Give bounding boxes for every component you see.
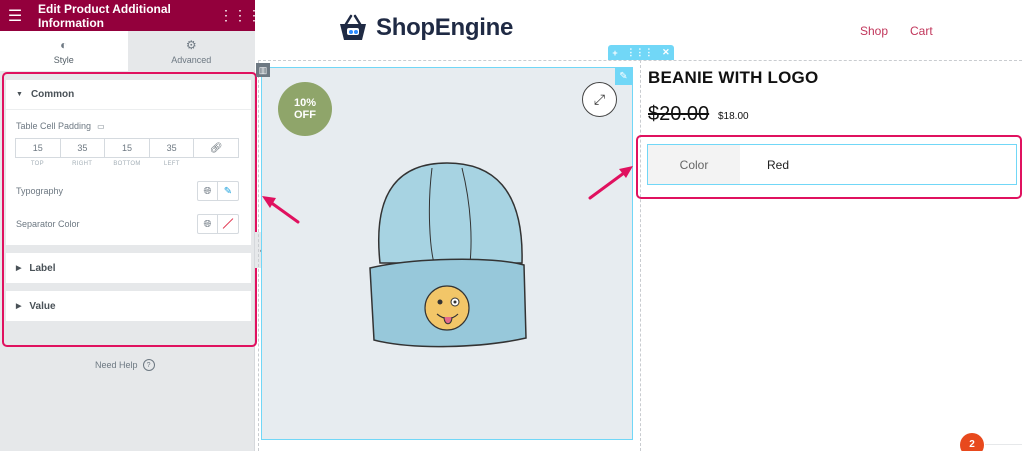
- product-title: BEANIE WITH LOGO: [648, 68, 819, 87]
- nav-shop[interactable]: Shop: [860, 24, 888, 38]
- tab-style-label: Style: [53, 54, 74, 65]
- notification-badge[interactable]: 2: [960, 433, 984, 451]
- panel-header: ☰ Edit Product Additional Information ⋮⋮…: [0, 0, 261, 31]
- panel-tabs: ◐ Style ⚙ Advanced: [0, 31, 255, 71]
- tab-advanced[interactable]: ⚙ Advanced: [127, 31, 255, 71]
- column-handle-icon[interactable]: ▥: [256, 63, 270, 77]
- basket-icon: [340, 14, 366, 40]
- highlight-box-panel: [2, 72, 257, 347]
- need-help-label: Need Help: [95, 360, 138, 370]
- gear-icon: ⚙: [185, 37, 197, 52]
- need-help-link[interactable]: Need Help ?: [95, 359, 155, 371]
- sale-badge-percent: 10%: [293, 97, 317, 109]
- logo-text: ShopEngine: [376, 14, 513, 41]
- section-toolbar: + ⋮⋮⋮ ✕: [608, 45, 674, 60]
- bottom-bar: [985, 444, 1022, 451]
- site-logo[interactable]: ShopEngine: [336, 14, 513, 42]
- tab-advanced-label: Advanced: [171, 54, 212, 65]
- expand-icon[interactable]: ⤢: [582, 82, 617, 117]
- close-icon[interactable]: ✕: [662, 47, 670, 58]
- tab-style[interactable]: ◐ Style: [0, 31, 128, 71]
- half-circle-icon: ◐: [60, 37, 68, 52]
- column-divider: [258, 60, 259, 451]
- add-icon[interactable]: +: [612, 48, 617, 58]
- question-icon: ?: [142, 359, 155, 371]
- nav-cart[interactable]: Cart: [910, 24, 933, 38]
- column-divider: [640, 60, 641, 451]
- highlight-box-table: [636, 135, 1022, 199]
- sale-badge: 10% OFF: [278, 82, 332, 136]
- panel-title: Edit Product Additional Information: [38, 1, 171, 30]
- price-regular: $20.00: [648, 103, 710, 125]
- grid-icon[interactable]: ⋮⋮⋮: [219, 7, 261, 24]
- edit-widget-icon[interactable]: ✎: [615, 68, 632, 85]
- hamburger-menu-icon[interactable]: ☰: [0, 6, 30, 26]
- price-sale: $18.00: [718, 111, 749, 122]
- drag-handle-icon[interactable]: ⋮⋮⋮: [626, 47, 653, 58]
- sale-badge-off: OFF: [294, 109, 316, 121]
